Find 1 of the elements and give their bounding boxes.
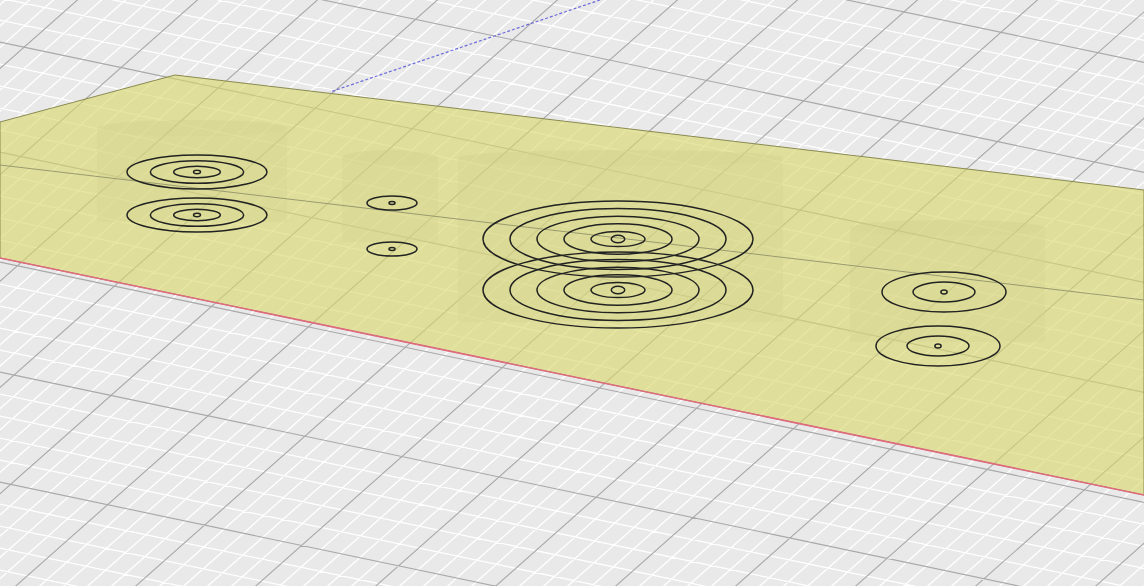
concentric-circles-drawing	[366, 195, 418, 257]
